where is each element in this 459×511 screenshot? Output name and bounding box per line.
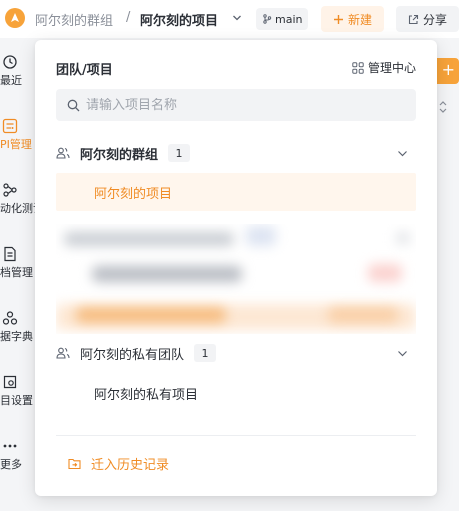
chevron-down-icon[interactable] xyxy=(232,13,242,23)
management-center-label: 管理中心 xyxy=(367,61,416,75)
sidebar-item-label: 更多 xyxy=(0,458,22,471)
branch-icon xyxy=(263,14,272,24)
migration-history-link[interactable]: 迁入历史记录 xyxy=(68,454,169,473)
sidebar-item-dictionary[interactable]: 据字典 xyxy=(0,310,40,344)
share-icon xyxy=(408,14,419,24)
breadcrumb-group[interactable]: 阿尔刻的群组 xyxy=(35,10,113,29)
branch-selector[interactable]: main xyxy=(256,8,309,30)
chevron-down-icon[interactable] xyxy=(397,348,408,359)
group-header[interactable]: 阿尔刻的私有团队 1 xyxy=(56,341,416,365)
team-icon xyxy=(56,347,70,359)
team-project-dropdown: 团队/项目 管理中心 阿尔刻的群组 1 阿尔刻的项目 阿尔刻的私有团队 1 阿尔… xyxy=(35,40,437,496)
sidebar-item-label: 目设置 xyxy=(0,394,33,407)
dropdown-title: 团队/项目 xyxy=(56,63,113,78)
sidebar-item-label: 最近 xyxy=(0,74,22,87)
sort-icon[interactable] xyxy=(437,100,449,114)
sidebar-item-recent[interactable]: 最近 xyxy=(0,54,40,88)
project-item[interactable]: 阿尔刻的私有项目 xyxy=(56,374,416,412)
app-logo[interactable] xyxy=(5,8,25,28)
new-button-label: 新建 xyxy=(347,12,372,27)
history-icon xyxy=(3,55,17,69)
project-name: 阿尔刻的项目 xyxy=(94,186,173,202)
plus-icon xyxy=(333,14,343,24)
blurred-content xyxy=(56,224,416,334)
search-input[interactable] xyxy=(86,97,396,113)
logo-icon xyxy=(11,13,19,22)
sidebar-item-documents[interactable]: 档管理 xyxy=(0,246,40,280)
share-button-label: 分享 xyxy=(422,12,447,27)
sidebar-item-more[interactable]: 更多 xyxy=(0,438,40,472)
api-icon xyxy=(2,118,18,134)
breadcrumb-separator: / xyxy=(126,10,131,25)
breadcrumb-project[interactable]: 阿尔刻的项目 xyxy=(140,10,218,29)
project-search[interactable] xyxy=(56,89,416,121)
more-icon xyxy=(3,444,17,448)
migration-history-label: 迁入历史记录 xyxy=(91,458,170,473)
divider xyxy=(56,435,416,436)
left-navigation: 最近 PI管理 动化测试 档管理 据字典 目设置 更多 xyxy=(0,38,44,511)
search-icon xyxy=(67,99,80,111)
chevron-down-icon[interactable] xyxy=(397,148,408,159)
automation-icon xyxy=(3,183,17,197)
management-center-link[interactable]: 管理中心 xyxy=(352,59,416,76)
sidebar-item-label: 据字典 xyxy=(0,330,33,343)
new-button[interactable]: 新建 xyxy=(321,6,384,32)
top-bar: 阿尔刻的群组 / 阿尔刻的项目 main 新建 分享 xyxy=(0,0,459,38)
sidebar-item-automation[interactable]: 动化测试 xyxy=(0,182,44,216)
project-item-selected[interactable]: 阿尔刻的项目 xyxy=(56,173,416,211)
document-icon xyxy=(4,246,16,262)
group-header[interactable]: 阿尔刻的群组 1 xyxy=(56,141,416,165)
project-name: 阿尔刻的私有项目 xyxy=(94,387,199,403)
dictionary-icon xyxy=(2,311,18,325)
settings-icon xyxy=(3,375,17,389)
group-name: 阿尔刻的群组 xyxy=(80,147,159,163)
folder-import-icon xyxy=(68,458,81,470)
group-name: 阿尔刻的私有团队 xyxy=(80,347,185,363)
project-count-badge: 1 xyxy=(168,144,191,162)
sidebar-item-api[interactable]: PI管理 xyxy=(0,118,40,152)
sidebar-item-label: PI管理 xyxy=(0,138,32,151)
sidebar-item-settings[interactable]: 目设置 xyxy=(0,374,40,408)
branch-name: main xyxy=(275,12,303,26)
share-button[interactable]: 分享 xyxy=(396,6,459,32)
sidebar-item-label: 档管理 xyxy=(0,266,33,279)
grid-icon xyxy=(352,61,364,74)
project-count-badge: 1 xyxy=(194,344,217,362)
team-icon xyxy=(56,147,70,159)
